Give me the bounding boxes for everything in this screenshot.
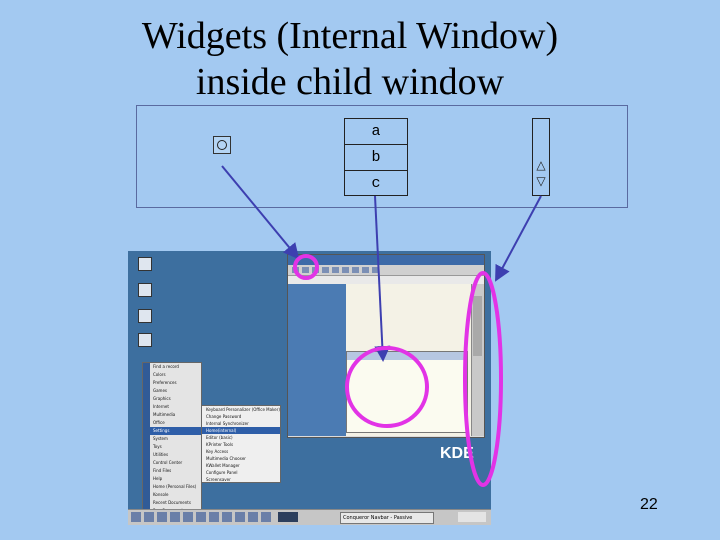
highlight-list [345,346,429,428]
annotation-overlay [221,165,542,487]
highlight-scrollbar [463,271,503,487]
slide-page-number: 22 [640,496,658,513]
arrow-to-toggle [221,165,300,260]
arrow-to-scrollbar [495,195,542,282]
arrow-to-list [374,195,391,362]
highlight-toolbar-icon [293,254,319,280]
